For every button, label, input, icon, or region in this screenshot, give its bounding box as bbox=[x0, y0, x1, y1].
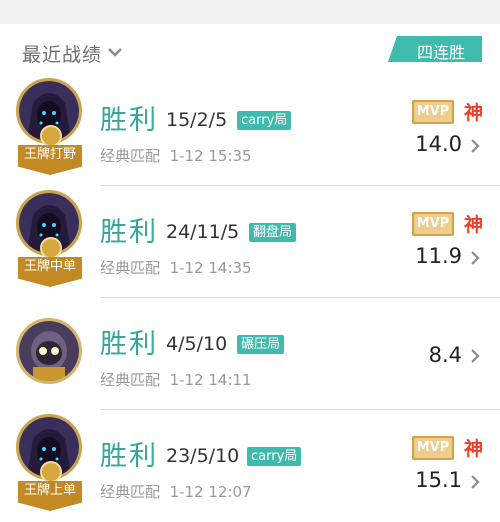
position-emblem-icon bbox=[40, 461, 62, 483]
match-result: 胜利 bbox=[100, 441, 158, 472]
match-row[interactable]: 王牌打野 胜利 15/2/5 carry局 经典匹配 1-12 15:35 MV… bbox=[0, 74, 500, 186]
chevron-right-icon[interactable] bbox=[469, 250, 481, 266]
kda: 23/5/10 bbox=[166, 445, 240, 467]
position-emblem-icon bbox=[40, 125, 62, 147]
chevron-right-icon[interactable] bbox=[469, 138, 481, 154]
match-mode-time: 经典匹配 1-12 15:35 bbox=[100, 145, 252, 166]
match-mode-time: 经典匹配 1-12 12:07 bbox=[100, 481, 252, 502]
section-title: 最近战绩 bbox=[22, 44, 103, 66]
match-time: 1-12 14:11 bbox=[169, 371, 252, 389]
match-score: 15.1 bbox=[415, 468, 462, 492]
mvp-badge: MVP bbox=[412, 100, 454, 124]
match-mode: 经典匹配 bbox=[100, 371, 161, 389]
match-tag: carry局 bbox=[247, 447, 302, 466]
god-badge: 神 bbox=[464, 102, 484, 124]
position-emblem-icon bbox=[40, 237, 62, 259]
chevron-right-icon[interactable] bbox=[469, 474, 481, 490]
mvp-badge: MVP bbox=[412, 212, 454, 236]
god-badge: 神 bbox=[464, 438, 484, 460]
mvp-badge: MVP bbox=[412, 436, 454, 460]
match-tag: 碾压局 bbox=[237, 335, 285, 354]
god-badge: 神 bbox=[464, 214, 484, 236]
match-row[interactable]: 王牌上单 胜利 23/5/10 carry局 经典匹配 1-12 12:07 M… bbox=[0, 410, 500, 522]
win-streak-badge: 四连胜 bbox=[388, 36, 482, 62]
match-row[interactable]: 王牌中单 胜利 24/11/5 翻盘局 经典匹配 1-12 14:35 MVP … bbox=[0, 186, 500, 298]
match-mode: 经典匹配 bbox=[100, 147, 161, 165]
match-score: 11.9 bbox=[415, 244, 462, 268]
match-mode-time: 经典匹配 1-12 14:35 bbox=[100, 257, 252, 278]
match-mode: 经典匹配 bbox=[100, 259, 161, 277]
match-score: 14.0 bbox=[415, 132, 462, 156]
rank-ribbon: 王牌打野 bbox=[18, 145, 82, 175]
match-time: 1-12 15:35 bbox=[169, 147, 252, 165]
match-result: 胜利 bbox=[100, 329, 158, 360]
match-mode-time: 经典匹配 1-12 14:11 bbox=[100, 369, 252, 390]
match-tag: carry局 bbox=[237, 111, 292, 130]
match-result: 胜利 bbox=[100, 217, 158, 248]
kda: 15/2/5 bbox=[166, 109, 228, 131]
match-result: 胜利 bbox=[100, 105, 158, 136]
mecha-hero-icon bbox=[19, 321, 79, 381]
win-streak-text: 四连胜 bbox=[416, 43, 465, 62]
match-row[interactable]: 胜利 4/5/10 碾压局 经典匹配 1-12 14:11 8.4 bbox=[0, 298, 500, 410]
rank-ribbon: 王牌中单 bbox=[18, 257, 82, 287]
match-time: 1-12 14:35 bbox=[169, 259, 252, 277]
hero-avatar bbox=[16, 318, 82, 384]
kda: 4/5/10 bbox=[166, 333, 228, 355]
top-band bbox=[0, 0, 500, 24]
kda: 24/11/5 bbox=[166, 221, 240, 243]
rank-ribbon: 王牌上单 bbox=[18, 481, 82, 511]
match-mode: 经典匹配 bbox=[100, 483, 161, 501]
match-time: 1-12 12:07 bbox=[169, 483, 252, 501]
match-tag: 翻盘局 bbox=[249, 223, 297, 242]
match-score: 8.4 bbox=[428, 343, 462, 367]
chevron-down-icon[interactable] bbox=[106, 43, 124, 61]
chevron-right-icon[interactable] bbox=[469, 348, 481, 364]
